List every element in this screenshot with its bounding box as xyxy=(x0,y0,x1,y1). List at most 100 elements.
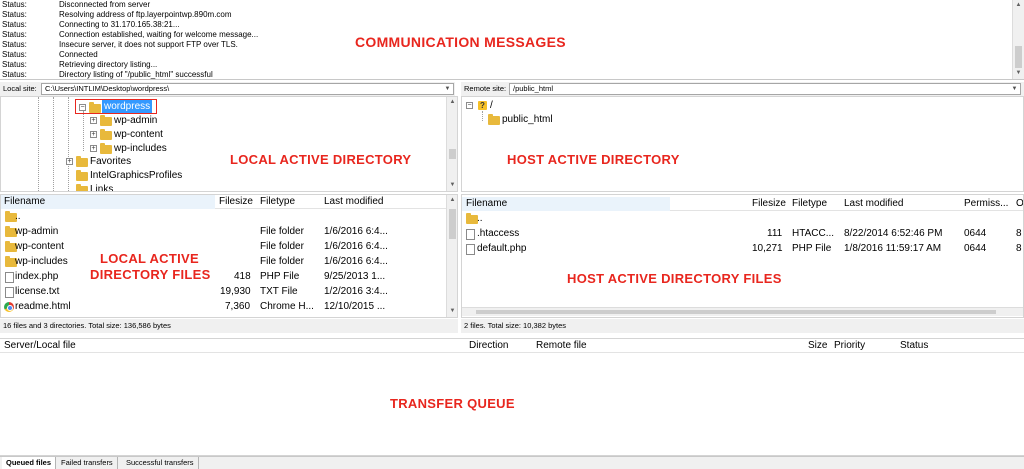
log-scrollbar[interactable]: ▲ ▼ xyxy=(1012,0,1024,79)
column-header-filetype[interactable]: Filetype xyxy=(792,197,827,211)
file-name: .. xyxy=(477,213,483,224)
tree-item-label: IntelGraphicsProfiles xyxy=(90,170,183,181)
file-modified: 1/6/2016 6:4... xyxy=(324,226,388,237)
scroll-up-icon[interactable]: ▲ xyxy=(1013,0,1024,11)
local-site-path-input[interactable]: C:\Users\INTLIM\Desktop\wordpress\ ▼ xyxy=(41,83,454,95)
scrollbar-thumb[interactable] xyxy=(476,310,996,314)
column-header-filename[interactable]: Filename xyxy=(462,197,670,211)
tree-item-label: Links xyxy=(90,184,114,192)
file-modified: 1/6/2016 6:4... xyxy=(324,256,388,267)
remote-site-path-input[interactable]: /public_html ▼ xyxy=(509,83,1021,95)
tree-item-label: wp-includes xyxy=(114,143,167,154)
collapse-icon[interactable]: − xyxy=(466,102,473,109)
local-status-line: 16 files and 3 directories. Total size: … xyxy=(0,319,458,333)
file-name: .. xyxy=(15,211,21,222)
expand-icon[interactable]: + xyxy=(90,131,97,138)
file-icon xyxy=(5,272,14,283)
table-row[interactable]: readme.html 7,360 Chrome H... 12/10/2015… xyxy=(1,300,446,314)
column-header-filesize[interactable]: Filesize xyxy=(219,195,253,209)
tree-item-label: wordpress xyxy=(102,100,153,113)
file-name: license.txt xyxy=(15,286,60,297)
column-header-filename[interactable]: Filename xyxy=(1,195,215,209)
file-modified: 12/10/2015 ... xyxy=(324,301,386,312)
chevron-down-icon[interactable]: ▼ xyxy=(442,84,453,94)
table-row[interactable]: .. xyxy=(1,210,446,224)
scrollbar-thumb[interactable] xyxy=(449,209,456,239)
tab-successful-transfers[interactable]: Successful transfers xyxy=(122,457,199,469)
table-row[interactable]: .. xyxy=(462,212,1023,226)
file-type: Chrome H... xyxy=(260,301,314,312)
scroll-down-icon[interactable]: ▼ xyxy=(447,180,457,191)
annotation-transfer-queue: TRANSFER QUEUE xyxy=(390,396,515,411)
scrollbar-thumb[interactable] xyxy=(1015,46,1022,68)
file-type: HTACC... xyxy=(792,228,835,239)
local-tree-scrollbar[interactable]: ▲ ▼ xyxy=(446,97,457,191)
file-size: 111 xyxy=(767,228,783,239)
tab-queued-files[interactable]: Queued files xyxy=(2,457,57,469)
column-header-permissions[interactable]: Permiss... xyxy=(964,197,1008,211)
local-file-list[interactable]: Filename Filesize Filetype Last modified… xyxy=(0,194,458,318)
folder-icon xyxy=(76,184,88,191)
file-name: index.php xyxy=(15,271,59,282)
file-modified: 9/25/2013 1... xyxy=(324,271,386,282)
tab-failed-transfers[interactable]: Failed transfers xyxy=(57,457,118,469)
table-row[interactable]: wp-includes File folder 1/6/2016 6:4... xyxy=(1,255,446,269)
column-header-filetype[interactable]: Filetype xyxy=(260,195,295,209)
remote-site-label: Remote site: xyxy=(464,84,507,93)
chrome-icon xyxy=(4,302,14,312)
file-modified: 1/2/2016 3:4... xyxy=(324,286,388,297)
file-icon xyxy=(466,244,475,255)
column-header-size[interactable]: Size xyxy=(808,339,827,353)
scroll-up-icon[interactable]: ▲ xyxy=(447,195,457,206)
remote-file-list[interactable]: Filename Filesize Filetype Last modified… xyxy=(461,194,1024,318)
file-name: readme.html xyxy=(15,301,71,312)
table-row[interactable]: default.php 10,271 PHP File 1/8/2016 11:… xyxy=(462,242,1023,256)
column-header-remote-file[interactable]: Remote file xyxy=(536,339,587,353)
tree-item-label: / xyxy=(490,100,493,111)
remote-status-line: 2 files. Total size: 10,382 bytes xyxy=(461,319,1024,333)
folder-icon xyxy=(76,170,88,181)
expand-icon[interactable]: + xyxy=(90,145,97,152)
annotation-host-active-directory: HOST ACTIVE DIRECTORY xyxy=(507,152,680,167)
table-row[interactable]: wp-content File folder 1/6/2016 6:4... xyxy=(1,240,446,254)
tree-item-label: Favorites xyxy=(90,156,132,167)
column-header-last-modified[interactable]: Last modified xyxy=(844,197,903,211)
column-header-owner[interactable]: O xyxy=(1016,197,1023,211)
local-directory-tree[interactable]: − wordpress + wp-admin + wp-content + wp… xyxy=(0,96,458,192)
column-header-server-local-file[interactable]: Server/Local file xyxy=(4,339,76,353)
file-permissions: 0644 xyxy=(964,228,987,239)
local-files-scrollbar[interactable]: ▲ ▼ xyxy=(446,195,457,317)
chevron-down-icon[interactable]: ▼ xyxy=(1009,84,1020,94)
expand-icon[interactable]: + xyxy=(66,158,73,165)
file-size: 7,360 xyxy=(225,301,251,312)
column-header-filesize[interactable]: Filesize xyxy=(752,197,786,211)
scrollbar-thumb[interactable] xyxy=(449,149,456,159)
tree-item-label: wp-content xyxy=(114,129,163,140)
table-row[interactable]: wp-admin File folder 1/6/2016 6:4... xyxy=(1,225,446,239)
queue-header: Server/Local file Direction Remote file … xyxy=(0,339,1024,353)
annotation-local-files-line2: DIRECTORY FILES xyxy=(90,267,211,282)
column-header-priority[interactable]: Priority xyxy=(834,339,865,353)
tree-item-label: public_html xyxy=(502,114,553,125)
collapse-icon[interactable]: − xyxy=(79,104,86,111)
column-header-last-modified[interactable]: Last modified xyxy=(324,195,383,209)
tree-item-wordpress[interactable]: − wordpress xyxy=(75,99,157,114)
local-site-path-text: C:\Users\INTLIM\Desktop\wordpress\ xyxy=(45,84,170,93)
folder-icon xyxy=(488,114,500,125)
remote-site-path-text: /public_html xyxy=(513,84,554,93)
table-row[interactable]: license.txt 19,930 TXT File 1/2/2016 3:4… xyxy=(1,285,446,299)
remote-directory-tree[interactable]: − ? / public_html xyxy=(461,96,1024,192)
table-row[interactable]: .htaccess 111 HTACC... 8/22/2014 6:52:46… xyxy=(462,227,1023,241)
column-header-direction[interactable]: Direction xyxy=(469,339,508,353)
folder-icon xyxy=(76,156,88,167)
column-header-status[interactable]: Status xyxy=(900,339,928,353)
remote-files-hscrollbar[interactable] xyxy=(462,307,1023,316)
scroll-down-icon[interactable]: ▼ xyxy=(1013,68,1024,79)
file-size: 10,271 xyxy=(752,243,783,254)
file-type: PHP File xyxy=(260,271,300,282)
file-icon xyxy=(5,287,14,298)
scroll-up-icon[interactable]: ▲ xyxy=(447,97,457,108)
table-row[interactable]: index.php 418 PHP File 9/25/2013 1... xyxy=(1,270,446,284)
scroll-down-icon[interactable]: ▼ xyxy=(447,306,457,317)
expand-icon[interactable]: + xyxy=(90,117,97,124)
